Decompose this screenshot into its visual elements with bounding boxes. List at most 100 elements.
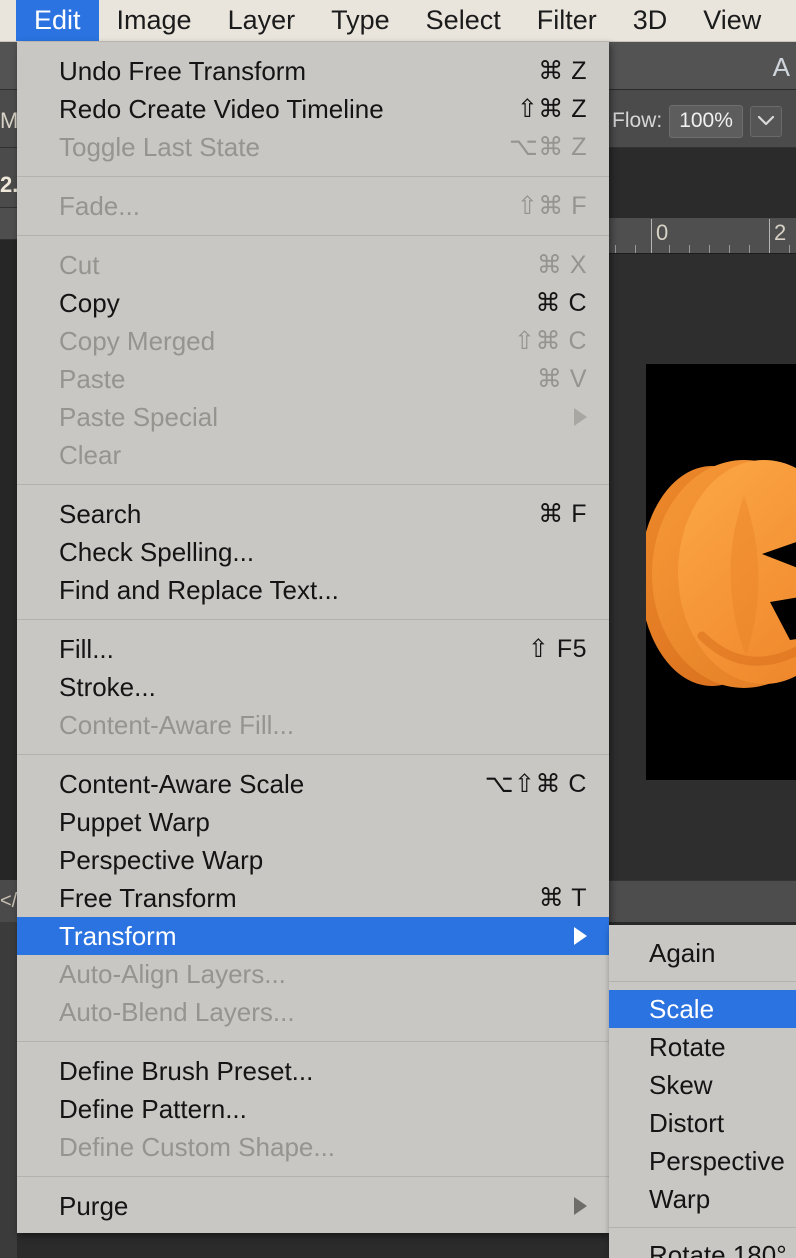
submenu-arrow-icon [574,408,587,426]
menu-item-label: Define Custom Shape... [59,1131,336,1162]
menubar-label: Type [331,5,390,35]
canvas-area[interactable] [609,254,796,880]
submenu-item-warp[interactable]: Warp [609,1180,796,1218]
left-panel-strip [0,922,17,1258]
menu-item-label: Auto-Align Layers... [59,958,286,989]
menu-item-define-brush-preset[interactable]: Define Brush Preset... [17,1052,609,1090]
chevron-down-icon[interactable] [749,105,782,137]
menu-item-label: Redo Create Video Timeline [59,93,384,124]
menu-item-shortcut: ⇧⌘ C [514,327,587,355]
menu-item-free-transform[interactable]: Free Transform ⌘ T [17,879,609,917]
menu-item-shortcut: ⇧⌘ Z [516,95,587,123]
menu-item-content-aware-scale[interactable]: Content-Aware Scale ⌥⇧⌘ C [17,765,609,803]
menu-separator [609,1227,796,1228]
menu-item-undo-free-transform[interactable]: Undo Free Transform ⌘ Z [17,52,609,90]
menu-item-content-aware-fill: Content-Aware Fill... [17,706,609,744]
menu-item-clear: Clear [17,436,609,474]
menubar-label: Layer [227,5,296,35]
menu-item-label: Paste Special [59,401,218,432]
ruler-tick [709,245,710,253]
menu-item-stroke[interactable]: Stroke... [17,668,609,706]
ruler-tick [669,245,670,253]
menu-bar[interactable]: Edit Image Layer Type Select Filter 3D V… [0,0,796,42]
menu-item-label: Paste [59,363,126,394]
ruler-tick [689,245,690,253]
menubar-label: 3D [632,5,668,35]
menu-item-check-spelling[interactable]: Check Spelling... [17,533,609,571]
document-canvas[interactable] [646,364,796,780]
menu-separator [17,1176,609,1177]
flow-value-input[interactable]: 100% [669,104,743,138]
menubar-label: Edit [34,5,81,35]
menu-item-label: Fade... [59,190,140,221]
menubar-item-type[interactable]: Type [313,0,408,41]
menu-item-label: Fill... [59,633,114,664]
pumpkin-artwork [646,460,796,688]
menu-item-shortcut: ⌘ T [538,884,587,912]
menu-item-label: Define Brush Preset... [59,1055,314,1086]
menu-item-paste-special: Paste Special [17,398,609,436]
menu-item-purge[interactable]: Purge [17,1187,609,1225]
menu-item-copy[interactable]: Copy ⌘ C [17,284,609,322]
transform-submenu[interactable]: Again Scale Rotate Skew Distort Perspect… [609,925,796,1258]
menu-item-shortcut: ⌥⌘ Z [508,133,587,161]
menu-item-label: Clear [59,439,122,470]
submenu-item-rotate-180[interactable]: Rotate 180° [609,1236,796,1258]
horizontal-ruler[interactable]: 0 2 [609,218,796,254]
ruler-tick [615,245,616,253]
submenu-item-skew[interactable]: Skew [609,1066,796,1104]
submenu-item-rotate[interactable]: Rotate [609,1028,796,1066]
submenu-item-again[interactable]: Again [609,934,796,972]
menu-separator [17,1041,609,1042]
menu-item-shortcut: ⇧⌘ F [516,192,587,220]
menubar-label: Select [425,5,501,35]
menu-item-fade: Fade... ⇧⌘ F [17,187,609,225]
menu-separator [17,484,609,485]
flow-label: Flow: [612,109,663,132]
menu-item-label: Find and Replace Text... [59,574,339,605]
menu-item-shortcut: ⌘ X [536,251,587,279]
menu-item-label: Perspective [649,1145,785,1176]
menubar-item-filter[interactable]: Filter [519,0,615,41]
menubar-label: View [703,5,762,35]
menu-item-label: Rotate [649,1031,726,1062]
menu-item-label: Copy [59,287,120,318]
menubar-item-3d[interactable]: 3D [615,0,686,41]
menu-item-label: Define Pattern... [59,1093,247,1124]
menu-separator [17,619,609,620]
edit-menu-dropdown[interactable]: Undo Free Transform ⌘ Z Redo Create Vide… [17,42,609,1233]
menu-item-label: Transform [59,920,177,951]
menubar-item-select[interactable]: Select [408,0,519,41]
left-edge-text-fragment: </ [0,890,17,912]
menu-item-auto-align-layers: Auto-Align Layers... [17,955,609,993]
submenu-item-perspective[interactable]: Perspective [609,1142,796,1180]
menu-item-label: Stroke... [59,671,156,702]
left-panel-strip [0,42,17,90]
menubar-label: Image [116,5,192,35]
menubar-item-view[interactable]: View [685,0,779,41]
ruler-tick-major [769,219,770,253]
menubar-item-image[interactable]: Image [99,0,210,41]
menu-item-search[interactable]: Search ⌘ F [17,495,609,533]
menu-separator [17,176,609,177]
menu-item-fill[interactable]: Fill... ⇧ F5 [17,630,609,668]
ruler-tick [789,245,790,253]
menu-item-perspective-warp[interactable]: Perspective Warp [17,841,609,879]
menu-item-copy-merged: Copy Merged ⇧⌘ C [17,322,609,360]
menu-item-find-and-replace-text[interactable]: Find and Replace Text... [17,571,609,609]
menu-separator [17,754,609,755]
menu-item-label: Purge [59,1190,129,1221]
submenu-item-scale[interactable]: Scale [609,990,796,1028]
menu-item-define-pattern[interactable]: Define Pattern... [17,1090,609,1128]
menu-item-transform[interactable]: Transform [17,917,609,955]
menu-item-label: Rotate 180° [649,1239,787,1258]
menu-item-redo-create-video-timeline[interactable]: Redo Create Video Timeline ⇧⌘ Z [17,90,609,128]
menubar-item-layer[interactable]: Layer [210,0,314,41]
menu-item-label: Undo Free Transform [59,55,307,86]
menu-item-auto-blend-layers: Auto-Blend Layers... [17,993,609,1031]
submenu-item-distort[interactable]: Distort [609,1104,796,1142]
menu-item-puppet-warp[interactable]: Puppet Warp [17,803,609,841]
menubar-item-edit[interactable]: Edit [16,0,99,41]
ruler-tick-major [651,219,652,253]
menu-separator [609,981,796,982]
